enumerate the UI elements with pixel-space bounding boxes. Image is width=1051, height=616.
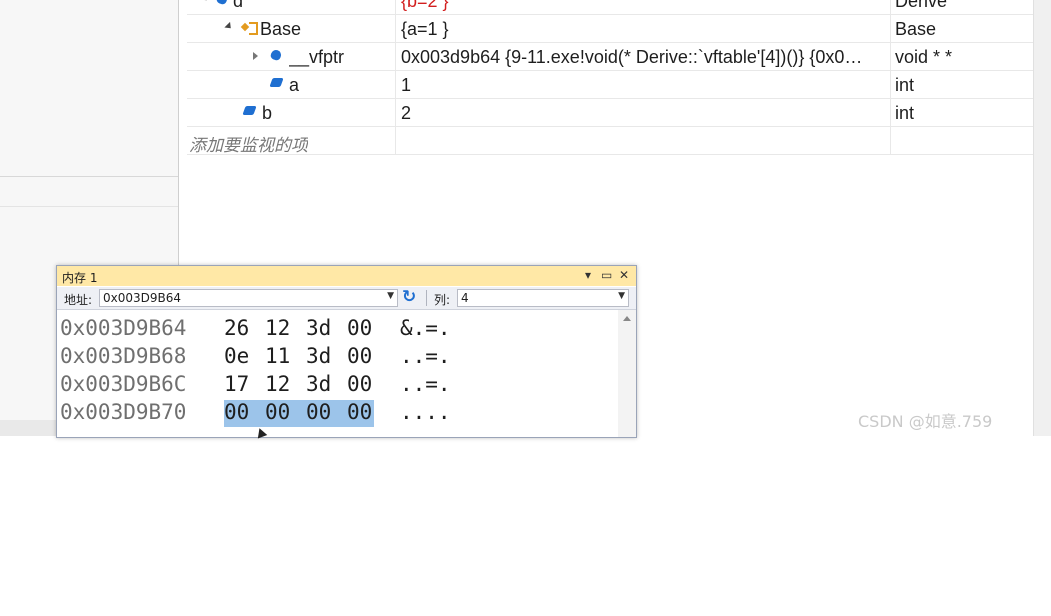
memory-title: 内存 1 xyxy=(62,271,98,285)
memory-toolbar: 地址: 0x003D9B64 ▼ ↻ 列: 4 ▼ xyxy=(57,287,636,310)
watch-name: __vfptr xyxy=(289,47,345,67)
watch-type: int xyxy=(895,75,915,95)
chevron-down-icon[interactable]: ▼ xyxy=(618,291,625,301)
object-icon xyxy=(215,0,229,6)
field-icon xyxy=(242,106,257,115)
watch-type: Derive xyxy=(895,0,948,11)
memory-vertical-scrollbar[interactable] xyxy=(618,310,636,437)
add-watch-placeholder[interactable]: 添加要监视的项 xyxy=(189,131,308,156)
collapse-arrow-icon[interactable] xyxy=(200,0,210,4)
refresh-icon[interactable]: ↻ xyxy=(402,287,416,307)
watch-value[interactable]: 0x003d9b64 {9-11.exe!void(* Derive::`vft… xyxy=(401,47,886,68)
watch-value[interactable]: 2 xyxy=(401,103,886,124)
columns-label: 列: xyxy=(434,293,451,307)
watch-value[interactable]: {a=1 } xyxy=(401,19,886,40)
object-icon xyxy=(269,48,283,62)
memory-ascii[interactable]: .... xyxy=(400,400,451,424)
columns-value: 4 xyxy=(461,291,469,305)
expand-arrow-icon[interactable] xyxy=(253,52,258,60)
collapse-arrow-icon[interactable] xyxy=(224,21,234,32)
watch-value[interactable]: 1 xyxy=(401,75,886,96)
memory-row[interactable]: 0x003D9B68 0e 11 3d 00 ..=. xyxy=(60,344,451,373)
memory-byte[interactable]: 00 xyxy=(224,400,250,424)
chevron-down-icon[interactable]: ▼ xyxy=(387,291,394,301)
memory-byte[interactable]: 17 xyxy=(224,372,249,396)
base-class-icon xyxy=(240,21,258,35)
watch-row-d[interactable]: d {b=2 } Derive xyxy=(187,0,1033,15)
divider xyxy=(426,290,427,306)
memory-address: 0x003D9B64 xyxy=(60,316,187,340)
watch-row-base[interactable]: Base {a=1 } Base xyxy=(187,15,1033,43)
watch-row-b[interactable]: b 2 int xyxy=(187,99,1033,127)
restore-icon[interactable]: ▭ xyxy=(601,268,612,282)
watch-type: Base xyxy=(895,19,937,39)
memory-byte[interactable]: 0e xyxy=(224,344,249,368)
memory-row[interactable]: 0x003D9B6C 17 12 3d 00 ..=. xyxy=(60,372,451,401)
memory-address: 0x003D9B6C xyxy=(60,372,187,396)
memory-byte[interactable]: 3d xyxy=(306,344,331,368)
address-label: 地址: xyxy=(64,293,93,307)
watch-type: void * * xyxy=(895,47,953,67)
watch-name: d xyxy=(233,0,244,11)
divider xyxy=(0,206,178,207)
memory-byte[interactable]: 12 xyxy=(265,372,290,396)
memory-byte[interactable]: 00 xyxy=(347,400,373,424)
address-value: 0x003D9B64 xyxy=(103,291,182,305)
memory-window: 内存 1 ▾ ▭ ✕ 地址: 0x003D9B64 ▼ ↻ 列: 4 ▼ 0x0… xyxy=(56,265,637,438)
memory-ascii[interactable]: ..=. xyxy=(400,372,451,396)
watch-name: a xyxy=(289,75,300,95)
memory-byte[interactable]: 12 xyxy=(265,316,290,340)
watch-name: b xyxy=(262,103,273,123)
memory-byte[interactable]: 11 xyxy=(265,344,290,368)
add-watch-row[interactable]: 添加要监视的项 xyxy=(187,127,1033,156)
memory-byte[interactable]: 3d xyxy=(306,372,331,396)
columns-select[interactable]: 4 ▼ xyxy=(457,289,629,307)
memory-byte[interactable]: 00 xyxy=(347,316,372,340)
watch-table: d {b=2 } Derive Base {a=1 } Base __vfptr… xyxy=(187,0,1033,156)
memory-title-bar[interactable]: 内存 1 ▾ ▭ ✕ xyxy=(57,266,636,286)
watch-row-a[interactable]: a 1 int xyxy=(187,71,1033,99)
memory-byte[interactable]: 26 xyxy=(224,316,249,340)
memory-row[interactable]: 0x003D9B64 26 12 3d 00 &.=. xyxy=(60,316,451,345)
memory-byte[interactable]: 00 xyxy=(265,400,291,424)
field-icon xyxy=(269,78,284,87)
memory-address: 0x003D9B70 xyxy=(60,400,187,424)
memory-ascii[interactable]: &.=. xyxy=(400,316,451,340)
memory-address: 0x003D9B68 xyxy=(60,344,187,368)
watch-name: Base xyxy=(260,19,302,39)
memory-byte[interactable]: 00 xyxy=(347,344,372,368)
divider xyxy=(0,176,178,177)
memory-byte[interactable]: 00 xyxy=(306,400,332,424)
memory-byte[interactable]: 00 xyxy=(347,372,372,396)
watch-type: int xyxy=(895,103,915,123)
memory-ascii[interactable]: ..=. xyxy=(400,344,451,368)
watch-value[interactable]: {b=2 } xyxy=(401,0,886,12)
memory-byte[interactable]: 3d xyxy=(306,316,331,340)
watch-row-vfptr[interactable]: __vfptr 0x003d9b64 {9-11.exe!void(* Deri… xyxy=(187,43,1033,71)
memory-content[interactable]: 0x003D9B64 26 12 3d 00 &.=. 0x003D9B68 0… xyxy=(57,310,617,437)
address-input[interactable]: 0x003D9B64 ▼ xyxy=(99,289,398,307)
window-menu-dropdown-icon[interactable]: ▾ xyxy=(585,268,591,282)
scroll-up-icon[interactable] xyxy=(623,316,631,321)
close-icon[interactable]: ✕ xyxy=(619,268,629,282)
watermark: CSDN @如意.759 xyxy=(858,412,993,431)
watch-vertical-scrollbar[interactable] xyxy=(1033,0,1051,436)
memory-row-selected[interactable]: 0x003D9B70 00 00 00 00 .... xyxy=(60,400,451,429)
